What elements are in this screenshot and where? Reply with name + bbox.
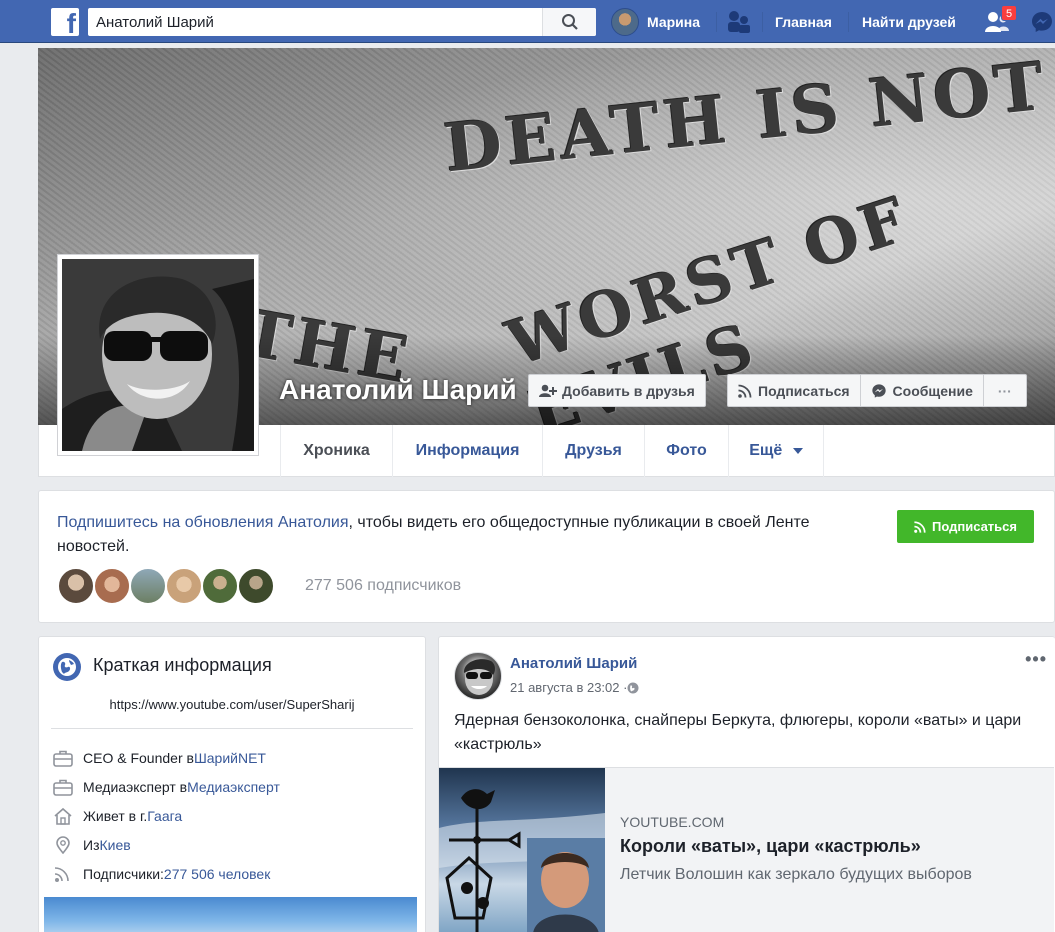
nav-separator (848, 12, 849, 32)
intro-row-work-2: Медиаэксперт в Медиаэксперт (53, 776, 280, 798)
intro-row-prefix: CEO & Founder в (83, 750, 194, 766)
intro-row-link[interactable]: Медиаэксперт (187, 779, 280, 795)
tab-friends[interactable]: Друзья (542, 425, 644, 477)
follower-avatar[interactable] (129, 567, 167, 605)
rss-icon (54, 867, 69, 882)
follower-avatar[interactable] (165, 567, 203, 605)
post-timestamp[interactable]: 21 августа в 23:02 · (510, 680, 639, 695)
post-author-name[interactable]: Анатолий Шарий (510, 655, 637, 672)
location-pin-icon (56, 836, 70, 854)
tab-timeline[interactable]: Хроника (280, 425, 392, 477)
rss-icon (738, 384, 752, 398)
search-input[interactable] (88, 8, 542, 36)
post-author-avatar[interactable] (454, 652, 502, 700)
intro-title: Краткая информация (93, 655, 272, 675)
follower-avatar[interactable] (57, 567, 95, 605)
profile-action-group: Подписаться Сообщение ··· (727, 374, 1027, 407)
follower-avatars (57, 567, 275, 605)
intro-row-work-1: CEO & Founder в ШарийNET (53, 747, 266, 769)
tab-about[interactable]: Информация (392, 425, 542, 477)
intro-row-link[interactable]: Киев (99, 837, 130, 853)
user-avatar (611, 8, 639, 36)
follow-prompt-card: Подпишитесь на обновления Анатолия, чтоб… (38, 490, 1055, 623)
intro-row-prefix: Живет в г. (83, 808, 148, 824)
profile-name: Анатолий Шарий (279, 374, 517, 405)
briefcase-icon (53, 750, 73, 767)
more-options-button[interactable]: ··· (984, 375, 1026, 406)
people-icon[interactable] (726, 10, 752, 34)
intro-featured-photo[interactable] (44, 897, 417, 932)
nav-separator (762, 12, 763, 32)
followers-count: 277 506 подписчиков (305, 577, 462, 594)
search-button[interactable] (542, 8, 596, 36)
intro-row-followers: Подписчики: 277 506 человек (53, 863, 270, 885)
search-icon (561, 14, 578, 30)
follow-label: Подписаться (758, 382, 850, 399)
messenger-icon[interactable] (1030, 10, 1054, 34)
follower-avatar[interactable] (93, 567, 131, 605)
add-friend-button[interactable]: Добавить в друзья (528, 374, 706, 407)
intro-row-link[interactable]: 277 506 человек (164, 866, 270, 882)
post-text: Ядерная бензоколонка, снайперы Беркута, … (454, 712, 1022, 753)
post-options-button[interactable]: ••• (1025, 649, 1047, 670)
messenger-icon (871, 383, 886, 398)
link-thumbnail-illustration (439, 789, 605, 932)
follow-button[interactable]: Подписаться (728, 375, 861, 406)
tab-more[interactable]: Ещё (728, 425, 824, 477)
intro-row-prefix: Подписчики: (83, 866, 164, 882)
nav-profile-link[interactable]: Марина (611, 8, 700, 36)
tab-photos[interactable]: Фото (644, 425, 728, 477)
link-thumbnail (439, 768, 605, 932)
link-description: Летчик Волошин как зеркало будущих выбор… (620, 866, 972, 883)
message-button[interactable]: Сообщение (861, 375, 984, 406)
follow-updates-link[interactable]: Подпишитесь на обновления Анатолия (57, 514, 349, 531)
nav-home-link[interactable]: Главная (775, 8, 832, 36)
profile-photo (62, 259, 254, 451)
add-friend-icon (539, 384, 557, 397)
link-domain: YOUTUBE.COM (620, 814, 725, 830)
intro-card: Краткая информация https://www.youtube.c… (38, 636, 426, 932)
intro-row-link[interactable]: ШарийNET (194, 750, 266, 766)
briefcase-icon (53, 779, 73, 796)
globe-icon (53, 653, 81, 681)
intro-row-prefix: Медиаэксперт в (83, 779, 188, 795)
facebook-logo-letter: f (66, 8, 76, 39)
facebook-logo[interactable]: f (51, 8, 79, 39)
follower-avatar[interactable] (201, 567, 239, 605)
profile-picture[interactable] (57, 254, 259, 456)
intro-row-lives-in: Живет в г. Гаага (53, 805, 182, 827)
tab-more-label: Ещё (749, 442, 783, 459)
nav-separator (716, 12, 717, 32)
caret-down-icon (792, 447, 803, 454)
nav-user-name: Марина (647, 14, 701, 30)
intro-website[interactable]: https://www.youtube.com/user/SuperSharij (39, 697, 425, 712)
post-time-text: 21 августа в 23:02 · (510, 680, 628, 695)
intro-row-from: Из Киев (53, 834, 131, 856)
follower-avatar[interactable] (237, 567, 275, 605)
top-navigation-bar: f Марина Главная Найти друзей 5 (0, 0, 1055, 43)
add-friend-label: Добавить в друзья (562, 382, 695, 399)
link-title[interactable]: Короли «ваты», цари «кастрюль» (620, 836, 921, 857)
link-preview[interactable]: YOUTUBE.COM Короли «ваты», цари «кастрюл… (439, 767, 1054, 932)
profile-face-illustration (62, 259, 254, 451)
rss-icon (914, 520, 926, 533)
follow-green-button[interactable]: Подписаться (897, 510, 1034, 543)
follow-prompt-text: Подпишитесь на обновления Анатолия, чтоб… (57, 511, 857, 559)
nav-find-friends-link[interactable]: Найти друзей (862, 8, 956, 36)
message-label: Сообщение (892, 382, 973, 399)
post-card: Анатолий Шарий 21 августа в 23:02 · ••• … (438, 636, 1055, 932)
friend-requests-badge: 5 (1001, 5, 1017, 21)
home-icon (54, 807, 72, 825)
search-bar (88, 8, 596, 36)
intro-row-prefix: Из (83, 837, 100, 853)
public-globe-icon (627, 682, 639, 693)
intro-divider (51, 728, 413, 729)
intro-row-link[interactable]: Гаага (147, 808, 182, 824)
follow-green-label: Подписаться (931, 519, 1017, 534)
